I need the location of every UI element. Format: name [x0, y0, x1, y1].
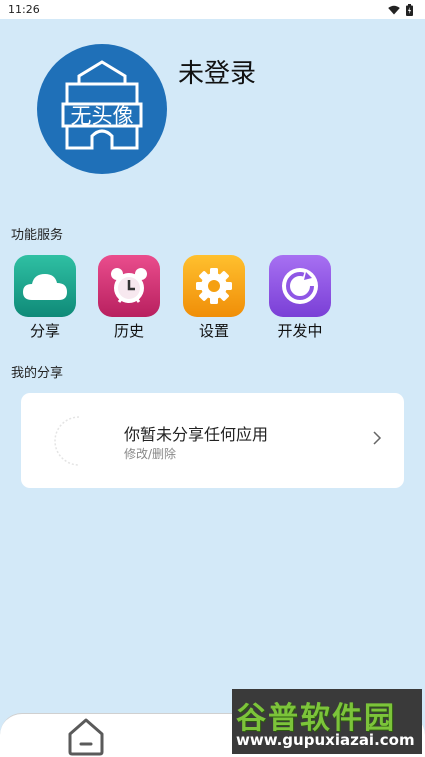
status-bar: 11:26: [0, 0, 425, 19]
service-history-tile: [98, 255, 160, 317]
login-status[interactable]: 未登录: [178, 53, 256, 90]
service-settings-label: 设置: [198, 322, 229, 340]
share-card[interactable]: 你暂未分享任何应用 修改/删除: [21, 393, 404, 488]
service-in-development[interactable]: 开发中: [267, 255, 333, 341]
wifi-icon: [388, 5, 400, 14]
alarm-clock-icon: [111, 268, 147, 303]
status-icons: [388, 3, 413, 16]
refresh-icon: [282, 268, 318, 304]
service-in-development-tile: [269, 255, 331, 317]
gear-icon: [196, 268, 232, 304]
share-card-title: 你暂未分享任何应用: [124, 425, 269, 444]
services-section-title: 功能服务: [11, 228, 64, 243]
service-share-tile: [14, 255, 76, 317]
service-in-development-label: 开发中: [277, 322, 323, 340]
home-icon[interactable]: [63, 716, 109, 756]
battery-icon: [406, 3, 413, 16]
avatar-placeholder-text: 无头像: [70, 104, 134, 128]
my-shares-section-title: 我的分享: [11, 366, 64, 381]
chevron-right-icon: [373, 431, 382, 445]
avatar[interactable]: 无头像: [37, 44, 167, 174]
watermark: 谷普软件园 www.gupuxiazai.com: [232, 689, 422, 754]
service-settings-tile: [183, 255, 245, 317]
service-history[interactable]: 历史: [96, 255, 162, 341]
service-share[interactable]: 分享: [12, 255, 78, 341]
app-thumbnail: [54, 416, 80, 466]
service-share-label: 分享: [29, 322, 60, 340]
watermark-url: www.gupuxiazai.com: [236, 731, 415, 749]
service-history-label: 历史: [113, 322, 144, 340]
cloud-icon: [23, 274, 67, 300]
share-card-subtitle: 修改/删除: [124, 447, 177, 461]
services-grid: 分享 历史 设置 开发中: [0, 255, 425, 345]
service-settings[interactable]: 设置: [181, 255, 247, 341]
status-time: 11:26: [8, 3, 40, 16]
